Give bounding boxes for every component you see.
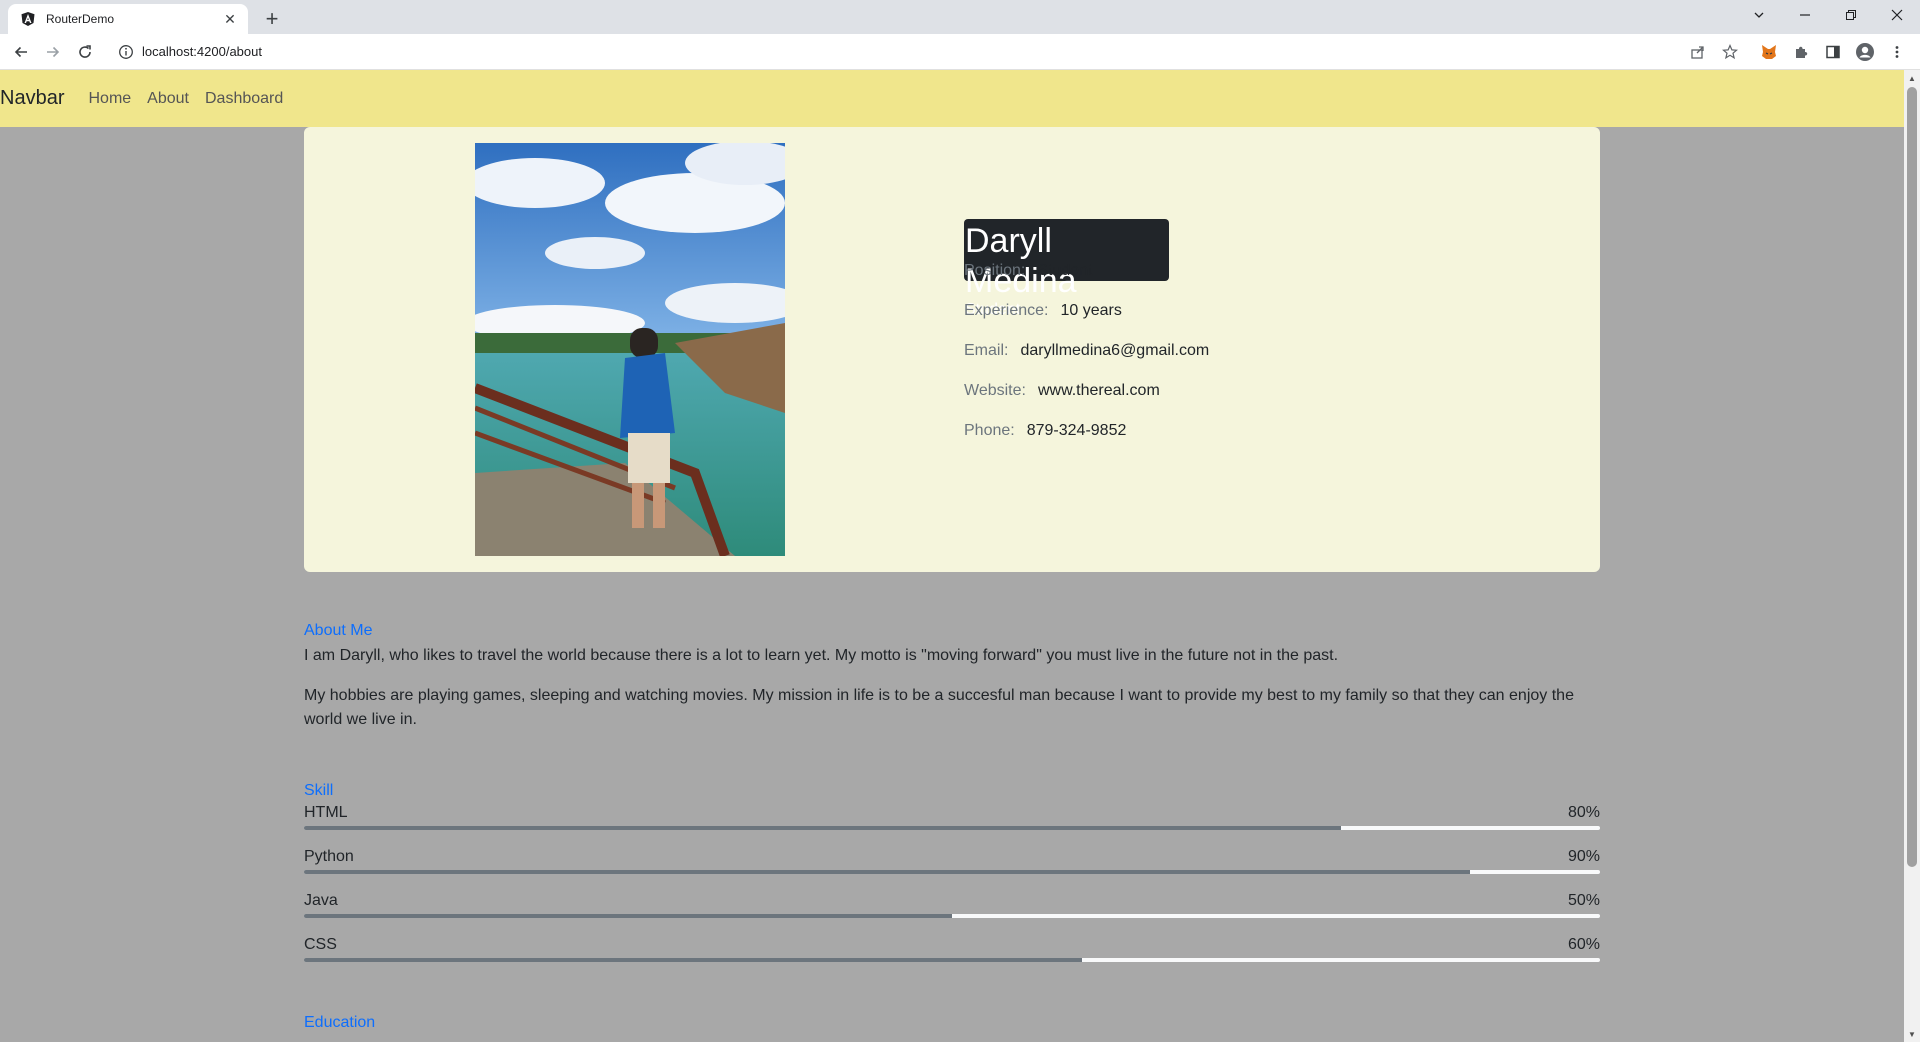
chevron-down-icon[interactable]: [1736, 0, 1782, 30]
profile-photo: [475, 143, 785, 556]
profile-icon[interactable]: [1854, 41, 1876, 63]
skill-css: CSS 60%: [304, 936, 1600, 972]
info-value: Student: [1037, 262, 1093, 279]
page-scrollbar[interactable]: ▲ ▼: [1904, 70, 1920, 1042]
arrow-left-icon[interactable]: [7, 38, 35, 66]
minimize-icon[interactable]: [1782, 0, 1828, 30]
skill-percent: 60%: [1567, 936, 1600, 953]
browser-toolbar: localhost:4200/about: [0, 34, 1920, 70]
reload-icon[interactable]: [71, 38, 99, 66]
scroll-down-icon[interactable]: ▼: [1904, 1026, 1920, 1042]
restore-icon[interactable]: [1828, 0, 1874, 30]
info-value: daryllmedina6@gmail.com: [1020, 342, 1210, 359]
kebab-menu-icon[interactable]: [1886, 41, 1908, 63]
info-website: Website: www.thereal.com: [964, 382, 1160, 400]
about-paragraph-2: My hobbies are playing games, sleeping a…: [304, 687, 1574, 728]
tab-title: RouterDemo: [46, 12, 115, 26]
metamask-fox-icon[interactable]: [1758, 41, 1780, 63]
star-icon[interactable]: [1719, 41, 1741, 63]
page-viewport: Navbar Home About Dashboard Daryll Medin…: [0, 70, 1904, 1042]
angular-logo-icon: [20, 11, 36, 27]
skill-progress-track: [304, 826, 1600, 830]
info-value: 879-324-9852: [1026, 422, 1127, 439]
navbar: Navbar Home About Dashboard: [0, 70, 1904, 127]
skill-progress-track: [304, 914, 1600, 918]
skill-progress-fill: [304, 958, 1082, 962]
arrow-right-icon[interactable]: [39, 38, 67, 66]
skill-name: HTML: [304, 804, 348, 821]
skill-title: Skill: [304, 782, 334, 799]
scroll-thumb[interactable]: [1907, 87, 1917, 867]
info-icon[interactable]: [118, 44, 134, 60]
skill-name: Java: [304, 892, 338, 909]
skill-html: HTML 80%: [304, 804, 1600, 840]
info-phone: Phone: 879-324-9852: [964, 422, 1126, 440]
info-label: Experience:: [964, 302, 1049, 319]
nav-link-home[interactable]: Home: [88, 90, 131, 108]
info-value: www.thereal.com: [1037, 382, 1160, 399]
profile-name: Daryll Medina: [965, 222, 1077, 300]
skill-name: CSS: [304, 936, 337, 953]
skill-percent: 50%: [1567, 892, 1600, 909]
skill-python: Python 90%: [304, 848, 1600, 884]
skill-name: Python: [304, 848, 354, 865]
skill-progress-track: [304, 870, 1600, 874]
info-position: Position: Student: [964, 262, 1093, 280]
skill-java: Java 50%: [304, 892, 1600, 928]
education-title: Education: [304, 1014, 376, 1031]
info-label: Phone:: [964, 422, 1015, 439]
info-label: Position:: [964, 262, 1026, 279]
info-value: 10 years: [1060, 302, 1122, 319]
skill-progress-fill: [304, 826, 1341, 830]
info-email: Email: daryllmedina6@gmail.com: [964, 342, 1209, 360]
info-experience: Experience: 10 years: [964, 302, 1122, 320]
new-tab-icon[interactable]: +: [258, 5, 286, 33]
skill-progress-track: [304, 958, 1600, 962]
nav-link-dashboard[interactable]: Dashboard: [205, 90, 283, 108]
about-title: About Me: [304, 622, 373, 639]
skill-progress-fill: [304, 914, 952, 918]
close-window-icon[interactable]: [1874, 0, 1920, 30]
skill-progress-fill: [304, 870, 1471, 874]
nav-link-about[interactable]: About: [147, 90, 189, 108]
side-panel-icon[interactable]: [1822, 41, 1844, 63]
scroll-up-icon[interactable]: ▲: [1904, 70, 1920, 86]
browser-tab[interactable]: RouterDemo ✕: [8, 4, 248, 34]
about-paragraph-1: I am Daryll, who likes to travel the wor…: [304, 647, 1339, 664]
share-icon[interactable]: [1687, 41, 1709, 63]
url-text: localhost:4200/about: [142, 44, 262, 59]
info-label: Website:: [964, 382, 1026, 399]
address-bar[interactable]: localhost:4200/about: [110, 37, 1690, 66]
profile-card: Daryll Medina Student Position: Student E…: [304, 127, 1600, 572]
skill-percent: 90%: [1567, 848, 1600, 865]
browser-tab-bar: RouterDemo ✕ +: [0, 0, 1920, 34]
navbar-brand[interactable]: Navbar: [0, 87, 64, 110]
skill-percent: 80%: [1567, 804, 1600, 821]
puzzle-icon[interactable]: [1790, 41, 1812, 63]
info-label: Email:: [964, 342, 1009, 359]
close-tab-icon[interactable]: ✕: [222, 11, 238, 27]
